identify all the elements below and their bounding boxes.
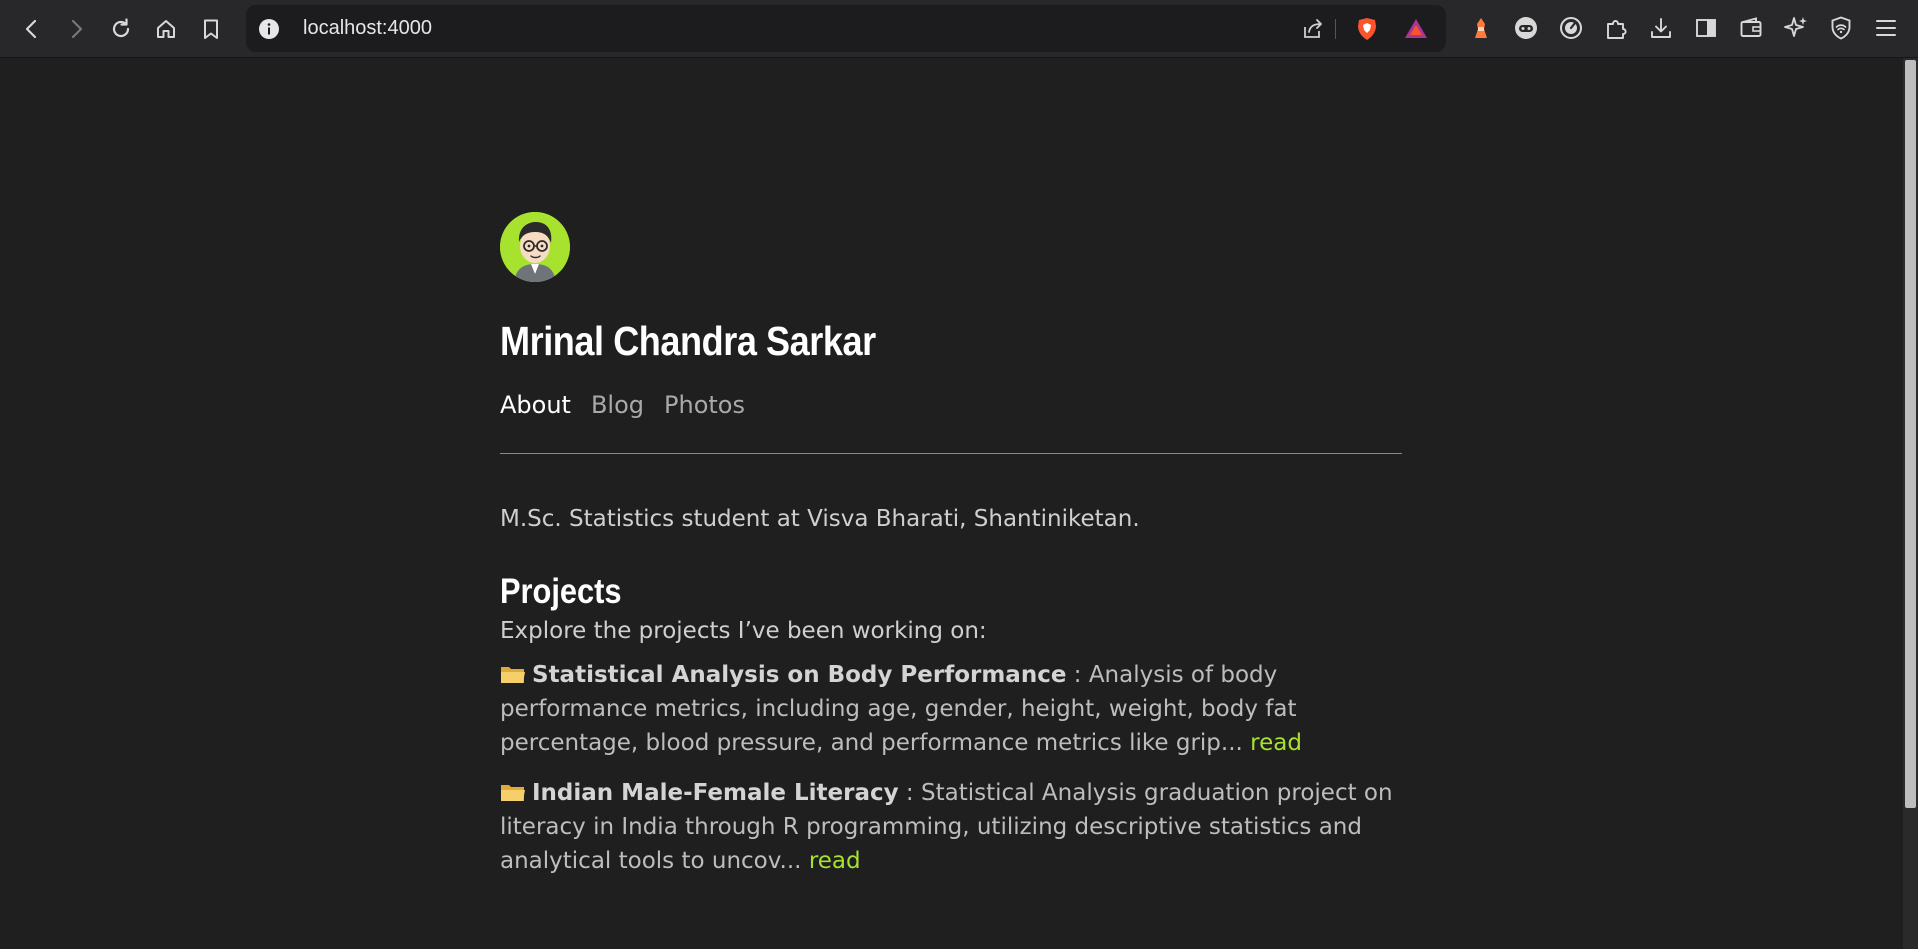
project-separator: : [1066, 662, 1089, 688]
bookmark-icon[interactable] [193, 11, 229, 47]
address-bar[interactable]: localhost:4000 [246, 5, 1446, 52]
bio-text: M.Sc. Statistics student at Visva Bharat… [500, 506, 1140, 532]
url-divider [1335, 19, 1336, 39]
leo-ai-icon[interactable] [1781, 13, 1811, 43]
page-content: Mrinal Chandra Sarkar About Blog Photos … [500, 212, 1402, 878]
nav-about-link[interactable]: About [500, 391, 571, 419]
scrollbar-thumb[interactable] [1905, 60, 1916, 808]
projects-heading: Projects [500, 572, 622, 611]
site-nav: About Blog Photos [500, 391, 1402, 419]
reload-icon[interactable] [103, 11, 139, 47]
project-item: Indian Male-Female Literacy : Statistica… [500, 776, 1402, 878]
read-link[interactable]: read [1250, 730, 1302, 756]
avatar-illustration [500, 212, 570, 282]
brave-shields-icon[interactable] [1352, 14, 1382, 44]
project-separator: : [898, 780, 921, 806]
read-link[interactable]: read [809, 848, 861, 874]
project-title[interactable]: Indian Male-Female Literacy [532, 780, 899, 806]
brave-talk-icon[interactable] [1466, 13, 1496, 43]
back-icon[interactable] [14, 11, 50, 47]
project-item: Statistical Analysis on Body Performance… [500, 658, 1402, 760]
page-scrollbar[interactable] [1903, 58, 1918, 949]
folder-icon [500, 778, 526, 801]
browser-toolbar: localhost:4000 [0, 0, 1918, 58]
url-text[interactable]: localhost:4000 [303, 17, 432, 40]
folder-icon [500, 660, 526, 683]
share-icon[interactable] [1298, 14, 1328, 44]
home-icon[interactable] [148, 11, 184, 47]
wallet-icon[interactable] [1736, 13, 1766, 43]
sidebar-icon[interactable] [1691, 13, 1721, 43]
brave-vpn-bot-icon[interactable] [1511, 13, 1541, 43]
project-title[interactable]: Statistical Analysis on Body Performance [532, 662, 1066, 688]
divider [500, 453, 1402, 454]
menu-icon[interactable] [1871, 13, 1901, 43]
projects-intro: Explore the projects I’ve been working o… [500, 618, 987, 644]
nav-blog-link[interactable]: Blog [591, 391, 644, 419]
brave-rewards-icon[interactable] [1401, 14, 1431, 44]
nav-photos-link[interactable]: Photos [664, 391, 745, 419]
speed-icon[interactable] [1556, 13, 1586, 43]
extensions-puzzle-icon[interactable] [1601, 13, 1631, 43]
vpn-shield-icon[interactable] [1826, 13, 1856, 43]
avatar [500, 212, 570, 282]
info-icon[interactable] [258, 18, 280, 40]
site-title: Mrinal Chandra Sarkar [500, 318, 876, 364]
forward-icon[interactable] [58, 11, 94, 47]
download-icon[interactable] [1646, 13, 1676, 43]
